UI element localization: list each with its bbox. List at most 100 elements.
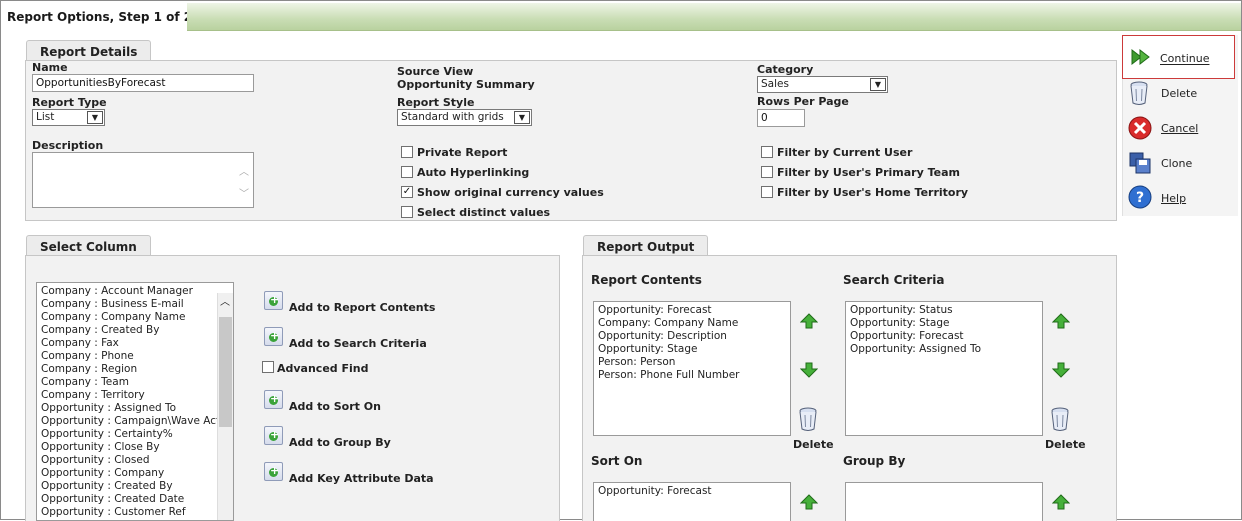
select-distinct-checkbox[interactable] [401,206,413,218]
rows-per-page-input[interactable] [757,109,805,127]
clone-label: Clone [1161,157,1193,170]
list-item[interactable]: Opportunity : Closed [41,454,215,467]
report-style-label: Report Style [397,96,475,109]
cancel-icon [1128,116,1152,140]
list-item[interactable]: Company : Territory [41,389,215,402]
chevron-down-icon: ▼ [87,111,103,124]
list-item[interactable]: Opportunity: Stage [850,317,1038,330]
list-item[interactable]: Company : Fax [41,337,215,350]
add-search-criteria-icon[interactable]: + [264,327,283,346]
category-select[interactable]: Sales ▼ [757,76,888,93]
name-input[interactable] [32,74,254,92]
source-view-value: Opportunity Summary [397,78,535,91]
show-original-currency-checkbox[interactable]: ✓ [401,186,413,198]
filter-primary-team-checkbox[interactable] [761,166,773,178]
report-type-select[interactable]: List ▼ [32,109,105,126]
list-item[interactable]: Company : Account Manager [41,285,215,298]
report-contents-list[interactable]: Opportunity: Forecast Company: Company Na… [593,301,791,436]
advanced-find-checkbox[interactable] [262,361,274,373]
list-item[interactable]: Opportunity : Company [41,467,215,480]
help-label: Help [1161,192,1187,205]
report-contents-delete-button[interactable]: Delete [793,438,834,451]
filter-home-territory-checkbox[interactable] [761,186,773,198]
search-criteria-label: Search Criteria [843,273,945,287]
delete-button[interactable]: Delete [1125,81,1235,107]
report-style-select[interactable]: Standard with grids ▼ [397,109,532,126]
move-up-arrow-icon[interactable] [800,494,818,510]
svg-text:?: ? [1136,190,1144,206]
add-report-contents-link[interactable]: Add to Report Contents [289,301,435,314]
column-list-scrollbar[interactable]: ︿ [217,293,233,520]
list-item[interactable]: Opportunity : Close By [41,441,215,454]
list-item[interactable]: Opportunity: Forecast [598,304,786,317]
tab-report-output: Report Output [583,235,709,257]
title-strip [187,3,1241,31]
help-button[interactable]: ? Help [1125,184,1235,212]
list-item[interactable]: Opportunity: Assigned To [850,343,1038,356]
list-item[interactable]: Opportunity: Forecast [598,485,786,498]
group-by-list[interactable] [845,482,1043,521]
list-item[interactable]: Company: Company Name [598,317,786,330]
chevron-down-icon: ▼ [514,111,530,124]
continue-icon [1131,49,1150,65]
add-search-criteria-link[interactable]: Add to Search Criteria [289,337,427,350]
list-item[interactable]: Person: Person [598,356,786,369]
search-criteria-delete-button[interactable]: Delete [1045,438,1086,451]
add-sort-on-link[interactable]: Add to Sort On [289,400,381,413]
move-down-arrow-icon[interactable] [1052,362,1070,378]
filter-current-user-checkbox[interactable] [761,146,773,158]
list-item[interactable]: Company : Region [41,363,215,376]
column-list[interactable]: Company : Account Manager Company : Busin… [36,282,234,521]
move-up-arrow-icon[interactable] [800,313,818,329]
show-original-currency-label: Show original currency values [417,186,604,199]
sort-on-list[interactable]: Opportunity: Forecast [593,482,791,521]
continue-button[interactable]: Continue [1122,35,1235,79]
list-item[interactable]: Opportunity: Description [598,330,786,343]
trash-icon[interactable] [1050,407,1070,431]
scroll-up-icon[interactable]: ︿ [239,163,249,178]
list-item[interactable]: Company : Company Name [41,311,215,324]
add-group-by-icon[interactable]: + [264,426,283,445]
list-item[interactable]: Opportunity: Status [850,304,1038,317]
cancel-label: Cancel [1161,122,1199,135]
auto-hyperlinking-checkbox[interactable] [401,166,413,178]
list-item[interactable]: Opportunity : Created By [41,480,215,493]
list-item[interactable]: Opportunity : Certainty% [41,428,215,441]
source-view-label: Source View [397,65,474,78]
list-item[interactable]: Company : Business E-mail [41,298,215,311]
report-style-value: Standard with grids [401,111,504,123]
trash-icon[interactable] [798,407,818,431]
clone-button[interactable]: Clone [1125,150,1235,176]
list-item[interactable]: Opportunity : Created Date [41,493,215,506]
list-item[interactable]: Opportunity : Assigned To [41,402,215,415]
description-textarea[interactable]: ︿ ﹀ [32,152,254,208]
list-item[interactable]: Opportunity: Forecast [850,330,1038,343]
add-sort-on-icon[interactable]: + [264,390,283,409]
select-distinct-label: Select distinct values [417,206,551,219]
report-type-label: Report Type [32,96,107,109]
list-item[interactable]: Person: Phone Full Number [598,369,786,382]
trash-icon [1130,81,1148,105]
add-key-attribute-icon[interactable]: + [264,462,283,481]
move-up-arrow-icon[interactable] [1052,313,1070,329]
private-report-checkbox[interactable] [401,146,413,158]
list-item[interactable]: Opportunity : Customer Ref [41,506,215,519]
list-item[interactable]: Company : Phone [41,350,215,363]
list-item[interactable]: Opportunity: Stage [598,343,786,356]
help-icon: ? [1128,185,1152,209]
scroll-up-icon[interactable]: ︿ [220,296,230,309]
auto-hyperlinking-label: Auto Hyperlinking [417,166,530,179]
list-item[interactable]: Company : Team [41,376,215,389]
move-up-arrow-icon[interactable] [1052,494,1070,510]
add-key-attribute-link[interactable]: Add Key Attribute Data [289,472,434,485]
list-item[interactable]: Company : Created By [41,324,215,337]
add-group-by-link[interactable]: Add to Group By [289,436,391,449]
scroll-down-icon[interactable]: ﹀ [239,185,249,200]
search-criteria-list[interactable]: Opportunity: Status Opportunity: Stage Opp… [845,301,1043,436]
cancel-button[interactable]: Cancel [1125,115,1235,141]
list-item[interactable]: Opportunity : Campaign\Wave Activi [41,415,232,428]
report-type-value: List [36,111,55,123]
add-report-contents-icon[interactable]: + [264,291,283,310]
move-down-arrow-icon[interactable] [800,362,818,378]
scrollbar-thumb[interactable] [219,317,232,427]
